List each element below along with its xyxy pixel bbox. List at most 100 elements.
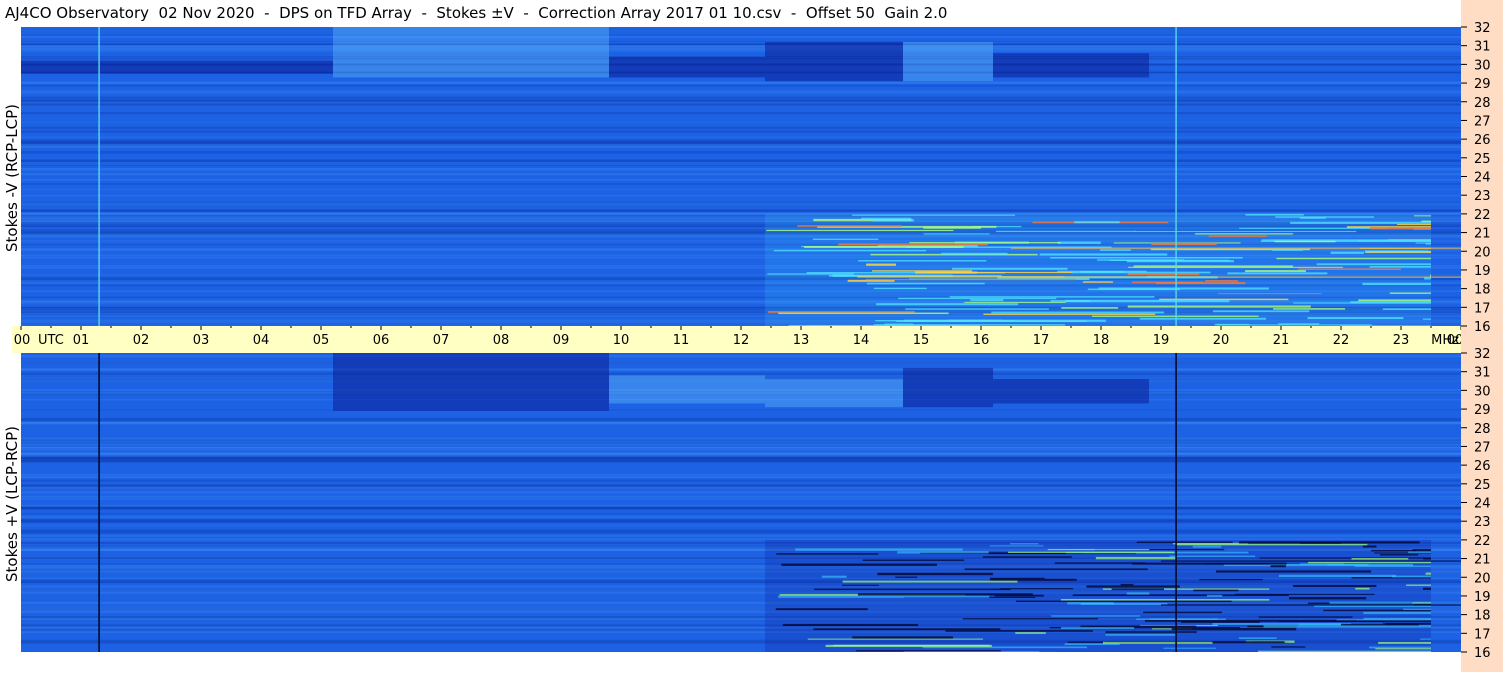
heatmap-band xyxy=(21,179,1461,181)
figure-title: AJ4CO Observatory 02 Nov 2020 - DPS on T… xyxy=(5,3,947,23)
heatmap-streak xyxy=(1358,299,1431,301)
time-tick-label: 14 xyxy=(853,333,870,348)
heatmap-streak xyxy=(1050,257,1243,259)
heatmap-streak xyxy=(1105,631,1196,633)
heatmap-band xyxy=(21,91,1461,93)
heatmap-band xyxy=(21,474,1461,475)
heatmap-streak xyxy=(1364,618,1431,620)
time-tick-label: 00 xyxy=(14,333,31,348)
frequency-axis-bottom: 3231302928272625242322212019181716 xyxy=(1461,338,1503,672)
heatmap-streak xyxy=(874,288,927,289)
heatmap-band xyxy=(21,168,1461,170)
heatmap-streak xyxy=(1406,584,1431,585)
heatmap-streak xyxy=(1092,316,1259,317)
heatmap-region-dark xyxy=(903,368,993,407)
heatmap-streak xyxy=(1213,310,1309,312)
time-tick-label: 02 xyxy=(133,333,150,348)
heatmap-streak xyxy=(1332,620,1431,622)
vertical-marker-line xyxy=(98,353,100,652)
heatmap-streak xyxy=(983,556,1072,558)
bottom-panel-label: Stokes +V (LCP-RCP) xyxy=(3,426,21,582)
heatmap-streak xyxy=(1216,570,1371,572)
heatmap-region-light xyxy=(609,375,765,403)
heatmap-streak xyxy=(804,246,964,248)
heatmap-streak xyxy=(1143,612,1222,613)
freq-tick-label: 22 xyxy=(1474,208,1491,223)
heatmap-region-light xyxy=(333,27,609,77)
heatmap-band xyxy=(21,85,1461,86)
heatmap-streak xyxy=(1370,227,1431,229)
heatmap-streak xyxy=(1172,628,1297,630)
time-tick-label: 09 xyxy=(553,333,570,348)
time-tick-label: 12 xyxy=(733,333,750,348)
heatmap-band xyxy=(21,516,1461,518)
heatmap-band xyxy=(21,159,1461,161)
heatmap-streak xyxy=(778,313,948,315)
heatmap-band xyxy=(21,453,1461,456)
heatmap-streak xyxy=(1403,609,1431,610)
heatmap-streak xyxy=(1218,293,1322,294)
heatmap-streak xyxy=(776,553,878,554)
heatmap-streak xyxy=(1423,558,1431,559)
heatmap-streak xyxy=(1317,263,1431,265)
freq-tick-label: 25 xyxy=(1474,152,1491,167)
heatmap-band xyxy=(21,46,1461,49)
vertical-marker-line xyxy=(98,27,100,326)
heatmap-streak xyxy=(1300,217,1326,219)
heatmap-band xyxy=(21,487,1461,488)
heatmap-streak xyxy=(1369,647,1431,649)
heatmap-band xyxy=(21,151,1461,154)
heatmap-streak xyxy=(1051,615,1140,616)
heatmap-band xyxy=(21,535,1461,536)
heatmap-streak xyxy=(1271,646,1305,647)
heatmap-streak xyxy=(1258,651,1431,652)
heatmap-streak xyxy=(1061,307,1118,309)
freq-tick-label: 24 xyxy=(1474,171,1491,186)
heatmap-band xyxy=(21,130,1461,132)
heatmap-streak xyxy=(905,308,1049,309)
heatmap-streak xyxy=(950,296,1155,298)
heatmap-streak xyxy=(1392,576,1431,578)
heatmap-band xyxy=(21,82,1461,83)
heatmap-streak xyxy=(1363,546,1377,548)
heatmap-streak xyxy=(858,593,1033,595)
heatmap-streak xyxy=(1363,612,1431,614)
heatmap-streak xyxy=(1132,282,1203,284)
heatmap-streak xyxy=(1055,562,1146,563)
heatmap-region-dark xyxy=(993,53,1149,77)
heatmap-band xyxy=(21,127,1461,129)
freq-tick-label: 17 xyxy=(1474,301,1491,316)
heatmap-streak xyxy=(767,273,854,274)
heatmap-streak xyxy=(1081,603,1168,605)
heatmap-streak xyxy=(924,233,990,234)
heatmap-streak xyxy=(1298,268,1401,270)
heatmap-streak xyxy=(964,302,1065,303)
heatmap-streak xyxy=(1008,552,1174,553)
freq-tick-label: 22 xyxy=(1474,534,1491,549)
heatmap-streak xyxy=(766,230,953,231)
heatmap-band xyxy=(21,174,1461,176)
heatmap-band xyxy=(21,97,1461,99)
heatmap-band xyxy=(21,210,1461,212)
heatmap-band xyxy=(21,145,1461,148)
heatmap-streak xyxy=(1263,625,1431,627)
heatmap-streak xyxy=(1390,292,1431,293)
time-tick-label: 03 xyxy=(193,333,210,348)
heatmap-streak xyxy=(872,270,972,271)
heatmap-streak xyxy=(1426,243,1431,245)
heatmap-streak xyxy=(1205,280,1238,282)
heatmap-band xyxy=(21,458,1461,461)
freq-tick-label: 32 xyxy=(1474,347,1491,362)
spectrogram-figure: AJ4CO Observatory 02 Nov 2020 - DPS on T… xyxy=(0,0,1503,672)
heatmap-streak xyxy=(1355,566,1431,567)
heatmap-streak xyxy=(1207,595,1222,597)
heatmap-region-dark xyxy=(609,57,765,78)
heatmap-band xyxy=(21,355,1461,357)
time-tick-label: 10 xyxy=(613,333,630,348)
heatmap-band xyxy=(21,202,1461,204)
vertical-marker-line xyxy=(1175,353,1177,652)
heatmap-streak xyxy=(1245,270,1306,272)
heatmap-band xyxy=(21,56,1461,57)
heatmap-band xyxy=(21,168,1461,169)
time-tick-label: 05 xyxy=(313,333,330,348)
